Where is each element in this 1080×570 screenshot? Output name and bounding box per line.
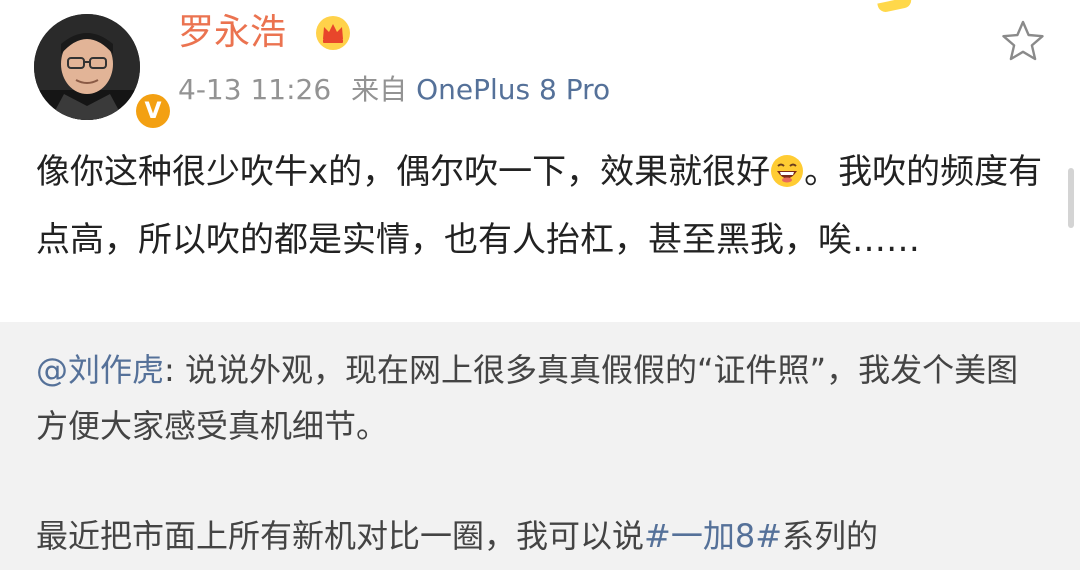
source-device-link[interactable]: OnePlus 8 Pro (416, 73, 610, 106)
laughing-emoji-icon (771, 155, 804, 187)
post-time: 4-13 11:26 (178, 73, 332, 106)
quote-text: @刘作虎: 说说外观，现在网上很多真真假假的“证件照”，我发个美图方便大家感受真… (36, 342, 1046, 454)
post-body: 像你这种很少吹牛x的，偶尔吹一下，效果就很好 。我吹的频度有点高，所以吹的都是实情… (36, 138, 1046, 274)
quote-text-continued: 最近把市面上所有新机对比一圈，我可以说#一加8#系列的 (36, 508, 1046, 564)
hashtag-link[interactable]: #一加8# (644, 517, 782, 555)
reposted-content[interactable]: @刘作虎: 说说外观，现在网上很多真真假假的“证件照”，我发个美图方便大家感受真… (0, 322, 1080, 570)
post-meta: 4-13 11:26 来自 OnePlus 8 Pro (178, 68, 610, 112)
username[interactable]: 罗永浩 (178, 8, 286, 58)
avatar-image (34, 14, 140, 120)
source-prefix: 来自 (351, 73, 408, 106)
avatar[interactable]: V (34, 14, 174, 132)
star-outline-icon[interactable] (1000, 18, 1046, 64)
scrollbar[interactable] (1068, 168, 1074, 228)
quote-body-2b: 系列的 (782, 517, 879, 555)
decorative-badge (877, 0, 913, 14)
verified-v-icon: V (132, 90, 174, 132)
quote-body: : 说说外观，现在网上很多真真假假的“证件照”，我发个美图方便大家感受真机细节。 (36, 351, 1019, 445)
crown-icon (316, 16, 350, 50)
mention-link[interactable]: @刘作虎 (36, 351, 164, 389)
quote-body-2a: 最近把市面上所有新机对比一圈，我可以说 (36, 517, 645, 555)
post-text-part1: 像你这种很少吹牛x的，偶尔吹一下，效果就很好 (36, 152, 771, 192)
